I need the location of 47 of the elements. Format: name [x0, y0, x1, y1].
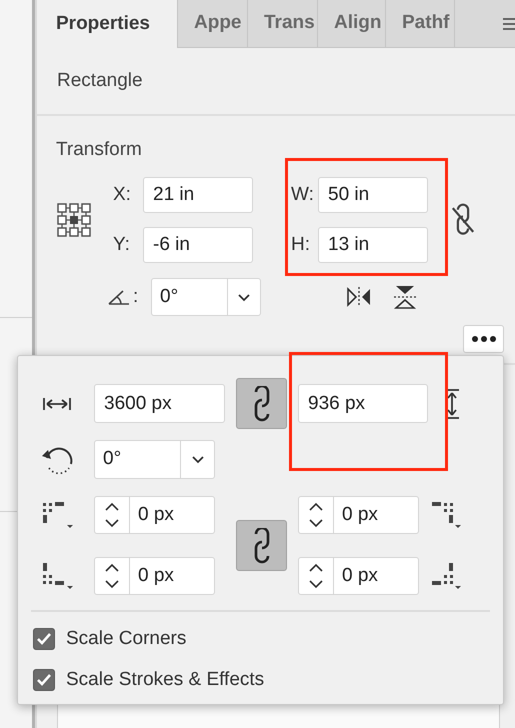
flip-vertical-button[interactable] — [392, 284, 418, 310]
panel-tab[interactable]: Trans — [247, 0, 317, 48]
flip-vertical-icon — [393, 284, 417, 310]
dropdown-field[interactable]: 0° — [151, 278, 261, 316]
checkbox-label: Scale Strokes & Effects — [66, 668, 264, 692]
panel-tab[interactable]: Align — [317, 0, 385, 48]
reference-point-icon — [56, 202, 92, 238]
panel-tab[interactable]: Appe — [177, 0, 247, 48]
section-heading: Transform — [56, 138, 143, 162]
field-label: : — [133, 284, 138, 309]
checkmark-icon — [37, 633, 51, 646]
input-field[interactable]: 936 px — [298, 384, 428, 423]
chevron-down-icon — [237, 292, 251, 302]
checkbox[interactable] — [33, 668, 55, 691]
angle-icon — [107, 288, 131, 306]
flip-horizontal-icon — [346, 286, 372, 308]
input-field[interactable]: 13 in — [318, 227, 428, 263]
input-field[interactable]: 21 in — [143, 177, 253, 213]
panel-tab[interactable]: Pathf — [385, 0, 454, 48]
field-label: X: — [113, 182, 131, 207]
width-icon — [43, 396, 71, 410]
section-title: Rectangle — [57, 68, 143, 93]
corner-radius-icon — [40, 501, 74, 529]
corner-radius-icon — [431, 501, 464, 529]
spinner-field[interactable]: 0 px — [94, 557, 215, 595]
link-toggle-button[interactable] — [236, 378, 287, 429]
flip-horizontal-button[interactable] — [346, 285, 372, 309]
checkbox-label: Scale Corners — [66, 627, 186, 651]
spinner-field[interactable]: 0 px — [298, 557, 419, 595]
field-label: H: — [291, 232, 310, 257]
checkbox[interactable] — [33, 628, 55, 650]
corner-radius-icon — [40, 562, 74, 590]
menu-icon — [503, 16, 515, 30]
input-field[interactable]: 50 in — [318, 177, 428, 213]
ellipsis-icon — [472, 336, 496, 342]
dropdown-field[interactable]: 0° — [94, 440, 215, 479]
corner-radius-icon — [431, 562, 464, 590]
spinner-field[interactable]: 0 px — [94, 496, 215, 534]
link-toggle-button[interactable] — [236, 520, 287, 571]
more-options-button[interactable] — [463, 325, 504, 353]
field-label: Y: — [113, 232, 130, 257]
checkmark-icon — [37, 674, 51, 686]
spinner-field[interactable]: 0 px — [298, 496, 419, 534]
field-label: W: — [291, 182, 314, 207]
chevron-down-icon — [190, 455, 204, 464]
input-field[interactable]: 3600 px — [94, 384, 225, 423]
input-field[interactable]: -6 in — [143, 227, 253, 263]
